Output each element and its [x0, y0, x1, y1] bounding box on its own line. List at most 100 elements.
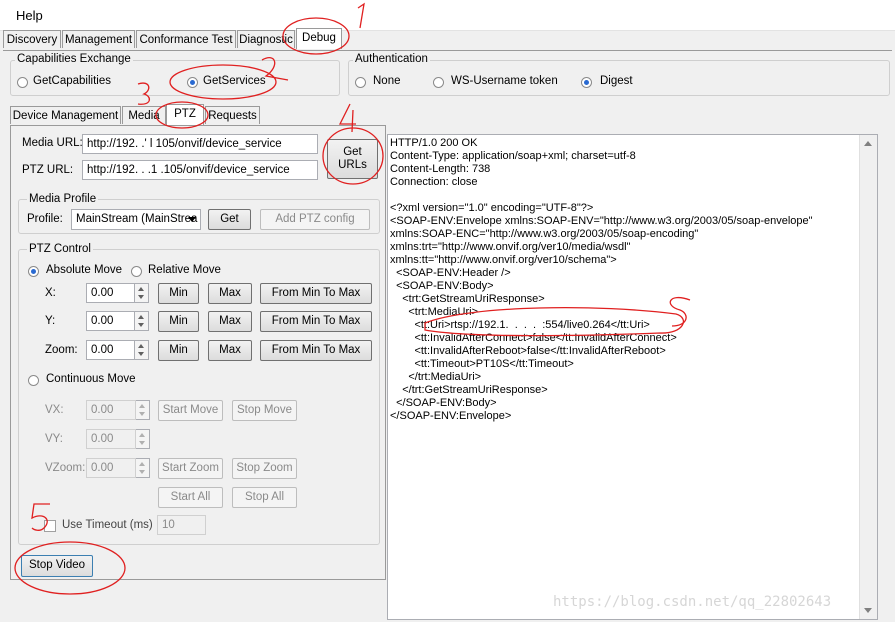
zoom-label: Zoom: — [45, 344, 78, 356]
y-max-button[interactable]: Max — [208, 311, 252, 332]
scroll-down-icon[interactable] — [864, 608, 872, 613]
auth-ws-username-radio[interactable] — [433, 77, 444, 88]
response-line: </SOAP-ENV:Body> — [390, 397, 497, 409]
start-all-button[interactable]: Start All — [158, 487, 223, 508]
x-min-button[interactable]: Min — [158, 283, 199, 304]
zoom-from-min-to-max-button[interactable]: From Min To Max — [260, 340, 372, 361]
chevron-down-icon — [188, 217, 196, 222]
auth-digest-radio[interactable] — [581, 77, 592, 88]
response-line: <SOAP-ENV:Body> — [390, 280, 494, 292]
use-timeout-checkbox[interactable] — [44, 520, 56, 532]
media-url-field[interactable]: http://192. .' l 105/onvif/device_servic… — [82, 134, 318, 154]
ptz-url-field[interactable]: http://192. . .1 .105/onvif/device_servi… — [82, 160, 318, 180]
absolute-move-radio[interactable] — [28, 266, 39, 277]
vzoom-spinner[interactable] — [136, 458, 150, 478]
vx-spinner[interactable] — [136, 400, 150, 420]
response-scrollbar[interactable] — [859, 135, 877, 619]
menu-bar: Help — [0, 0, 895, 31]
absolute-move-label: Absolute Move — [46, 264, 123, 276]
response-line: HTTP/1.0 200 OK — [390, 137, 478, 149]
authentication-legend: Authentication — [353, 53, 430, 65]
zoom-spinner[interactable] — [135, 340, 149, 360]
start-zoom-button[interactable]: Start Zoom — [158, 458, 223, 479]
tab-conformance-test[interactable]: Conformance Test — [136, 30, 236, 48]
tab-diagnostic[interactable]: Diagnostic — [237, 30, 295, 48]
response-line: xmlns:tt="http://www.onvif.org/ver10/sch… — [390, 254, 617, 266]
tab-requests[interactable]: Requests — [205, 106, 260, 124]
auth-digest-label: Digest — [600, 75, 633, 87]
relative-move-radio[interactable] — [131, 266, 142, 277]
stop-zoom-button[interactable]: Stop Zoom — [232, 458, 297, 479]
response-line: <tt:Uri>rtsp://192.1. . . . :554/live0.2… — [390, 319, 650, 331]
get-urls-button[interactable]: Get URLs — [327, 139, 378, 179]
tab-divider — [3, 50, 892, 51]
response-line: <SOAP-ENV:Header /> — [390, 267, 511, 279]
timeout-input[interactable]: 10 — [157, 515, 206, 535]
start-move-button[interactable]: Start Move — [158, 400, 223, 421]
response-line: <?xml version="1.0" encoding="UTF-8"?> — [390, 202, 594, 214]
continuous-move-label: Continuous Move — [46, 373, 136, 385]
tab-media[interactable]: Media — [122, 106, 166, 124]
stop-move-button[interactable]: Stop Move — [232, 400, 297, 421]
vx-input[interactable]: 0.00 — [86, 400, 136, 420]
vy-label: VY: — [45, 433, 63, 445]
sub-tab-bar: Device Management Media PTZ Requests — [10, 104, 310, 126]
x-spinner[interactable] — [135, 283, 149, 303]
profile-dropdown-value: MainStream (MainStrea — [76, 213, 198, 225]
auth-ws-username-label: WS-Username token — [451, 75, 558, 87]
auth-none-radio[interactable] — [355, 77, 366, 88]
capabilities-legend: Capabilities Exchange — [15, 53, 133, 65]
scroll-up-icon[interactable] — [864, 141, 872, 146]
getservices-radio[interactable] — [187, 77, 198, 88]
stop-all-button[interactable]: Stop All — [232, 487, 297, 508]
ptz-url-label: PTZ URL: — [22, 164, 74, 176]
x-from-min-to-max-button[interactable]: From Min To Max — [260, 283, 372, 304]
auth-none-label: None — [373, 75, 401, 87]
relative-move-label: Relative Move — [148, 264, 221, 276]
response-line: </trt:GetStreamUriResponse> — [390, 384, 548, 396]
watermark: https://blog.csdn.net/qq_22802643 — [553, 594, 832, 610]
getcapabilities-radio[interactable] — [17, 77, 28, 88]
zoom-min-button[interactable]: Min — [158, 340, 199, 361]
response-line: xmlns:SOAP-ENC="http://www.w3.org/2003/0… — [390, 228, 699, 240]
y-min-button[interactable]: Min — [158, 311, 199, 332]
stop-video-button[interactable]: Stop Video — [21, 555, 93, 577]
x-max-button[interactable]: Max — [208, 283, 252, 304]
media-url-label: Media URL: — [22, 137, 83, 149]
vzoom-label: VZoom: — [45, 462, 86, 474]
y-input[interactable]: 0.00 — [86, 311, 135, 331]
response-textarea[interactable]: HTTP/1.0 200 OK Content-Type: applicatio… — [387, 134, 878, 620]
vy-spinner[interactable] — [136, 429, 150, 449]
response-line: </trt:MediaUri> — [390, 371, 482, 383]
tab-debug[interactable]: Debug — [296, 28, 342, 49]
getcapabilities-label: GetCapabilities — [33, 75, 111, 87]
response-line: <trt:GetStreamUriResponse> — [390, 293, 545, 305]
x-input[interactable]: 0.00 — [86, 283, 135, 303]
continuous-move-radio[interactable] — [28, 375, 39, 386]
get-profile-button[interactable]: Get — [208, 209, 251, 230]
response-line: Connection: close — [390, 176, 478, 188]
tab-device-management[interactable]: Device Management — [10, 106, 121, 124]
y-from-min-to-max-button[interactable]: From Min To Max — [260, 311, 372, 332]
vzoom-input[interactable]: 0.00 — [86, 458, 136, 478]
tab-management[interactable]: Management — [62, 30, 135, 48]
tab-ptz[interactable]: PTZ — [166, 104, 204, 125]
tab-discovery[interactable]: Discovery — [3, 30, 61, 48]
capabilities-group: Capabilities Exchange GetCapabilities Ge… — [10, 53, 340, 96]
response-line: Content-Type: application/soap+xml; char… — [390, 150, 636, 162]
profile-dropdown[interactable]: MainStream (MainStrea — [71, 209, 201, 230]
getservices-label: GetServices — [203, 75, 266, 87]
response-line: <tt:InvalidAfterReboot>false</tt:Invalid… — [390, 345, 666, 357]
response-line: <trt:MediaUri> — [390, 306, 479, 318]
main-tab-bar: Discovery Management Conformance Test Di… — [3, 28, 895, 50]
use-timeout-label: Use Timeout (ms) — [62, 519, 153, 531]
zoom-max-button[interactable]: Max — [208, 340, 252, 361]
ptz-control-legend: PTZ Control — [27, 243, 93, 255]
y-spinner[interactable] — [135, 311, 149, 331]
zoom-input[interactable]: 0.00 — [86, 340, 135, 360]
add-ptz-config-button[interactable]: Add PTZ config — [260, 209, 370, 230]
response-line: <tt:InvalidAfterConnect>false</tt:Invali… — [390, 332, 677, 344]
vx-label: VX: — [45, 404, 64, 416]
vy-input[interactable]: 0.00 — [86, 429, 136, 449]
menu-help[interactable]: Help — [16, 8, 43, 23]
